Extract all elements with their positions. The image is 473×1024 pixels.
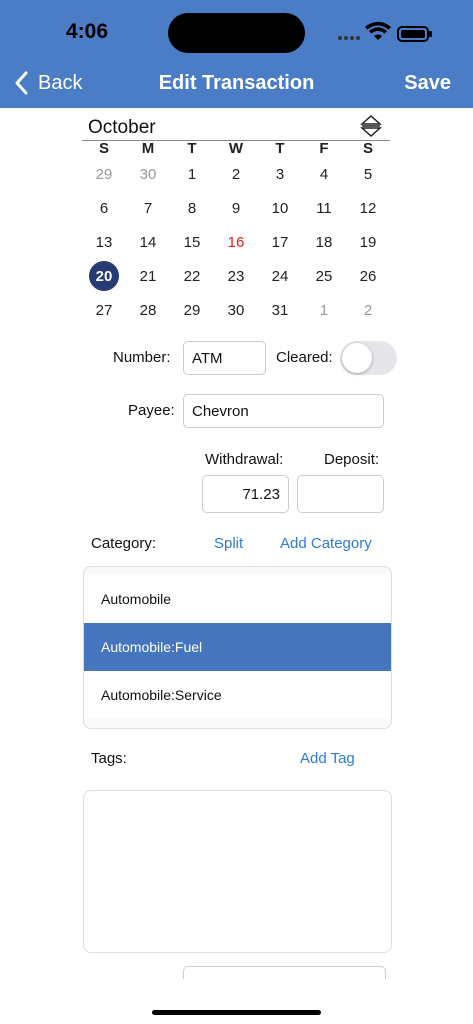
calendar-day[interactable]: 23 [214, 259, 258, 293]
navigation-header: 4:06 Back Edit Transaction Save [0, 0, 473, 108]
toggle-knob [342, 343, 372, 373]
payee-label: Payee: [128, 402, 175, 419]
weekday-header: SMTWTFS [82, 140, 390, 157]
calendar-day[interactable]: 22 [170, 259, 214, 293]
tags-label: Tags: [91, 750, 127, 767]
calendar-day[interactable]: 27 [82, 293, 126, 327]
weekday-label: M [141, 140, 155, 157]
withdrawal-field[interactable]: 71.23 [202, 475, 289, 513]
calendar-day[interactable]: 4 [302, 157, 346, 191]
calendar-day[interactable]: 9 [214, 191, 258, 225]
calendar-day[interactable]: 25 [302, 259, 346, 293]
calendar-day[interactable]: 3 [258, 157, 302, 191]
month-name: October [88, 117, 156, 138]
withdrawal-label: Withdrawal: [205, 451, 284, 468]
selected-day-marker: 20 [89, 261, 119, 291]
calendar-day[interactable]: 30 [214, 293, 258, 327]
calendar-day[interactable]: 1 [170, 157, 214, 191]
category-item[interactable]: Automobile:Service [84, 671, 391, 719]
calendar-day[interactable]: 30 [126, 157, 170, 191]
category-item[interactable]: Automobile [84, 575, 391, 623]
calendar-day[interactable]: 2 [214, 157, 258, 191]
calendar-day[interactable]: 5 [346, 157, 390, 191]
calendar-day[interactable]: 31 [258, 293, 302, 327]
month-header: October [82, 114, 390, 141]
save-button[interactable]: Save [404, 72, 451, 95]
tags-list[interactable] [83, 790, 392, 953]
calendar-day[interactable]: 15 [170, 225, 214, 259]
add-tag-button[interactable]: Add Tag [300, 750, 355, 767]
category-list[interactable]: Automobile Automobile:Fuel Automobile:Se… [83, 566, 392, 729]
number-field[interactable]: ATM [183, 341, 266, 375]
month-stepper-icon[interactable] [360, 114, 382, 138]
calendar-day-selected[interactable]: 20 [82, 259, 126, 293]
category-label: Category: [91, 535, 157, 552]
calendar-day[interactable]: 7 [126, 191, 170, 225]
calendar-day[interactable]: 18 [302, 225, 346, 259]
add-category-button[interactable]: Add Category [280, 535, 372, 552]
status-icons [338, 21, 432, 42]
calendar-day-today[interactable]: 16 [214, 225, 258, 259]
calendar-day[interactable]: 19 [346, 225, 390, 259]
calendar-day[interactable]: 10 [258, 191, 302, 225]
status-time: 4:06 [66, 20, 109, 43]
calendar-day[interactable]: 1 [302, 293, 346, 327]
dynamic-island [168, 13, 305, 53]
cellular-signal-icon [338, 36, 360, 40]
memo-field[interactable] [183, 966, 386, 979]
weekday-label: S [98, 140, 109, 157]
deposit-field[interactable] [297, 475, 384, 513]
payee-field[interactable]: Chevron [183, 394, 384, 428]
page-title: Edit Transaction [158, 72, 315, 94]
weekday-label: S [362, 140, 373, 157]
calendar-day[interactable]: 28 [126, 293, 170, 327]
calendar-day[interactable]: 11 [302, 191, 346, 225]
home-indicator [152, 1010, 321, 1015]
wifi-icon [365, 21, 391, 40]
calendar-day[interactable]: 6 [82, 191, 126, 225]
battery-icon [397, 26, 432, 42]
deposit-label: Deposit: [324, 451, 380, 468]
split-button[interactable]: Split [214, 535, 243, 552]
cleared-toggle[interactable] [340, 341, 397, 375]
calendar-day[interactable]: 2 [346, 293, 390, 327]
category-item-selected[interactable]: Automobile:Fuel [84, 623, 391, 671]
calendar-grid: 29 30 1 2 3 4 5 6 7 8 9 10 11 12 13 14 15 16 17 18 19 20 21 22 2… [82, 157, 390, 327]
calendar-day[interactable]: 29 [82, 157, 126, 191]
weekday-label: F [319, 140, 329, 157]
calendar-day[interactable]: 26 [346, 259, 390, 293]
calendar-day[interactable]: 21 [126, 259, 170, 293]
number-label: Number: [113, 349, 171, 366]
weekday-label: W [228, 140, 244, 157]
calendar-day[interactable]: 24 [258, 259, 302, 293]
calendar-day[interactable]: 8 [170, 191, 214, 225]
calendar-day[interactable]: 14 [126, 225, 170, 259]
calendar-day[interactable]: 29 [170, 293, 214, 327]
calendar-day[interactable]: 13 [82, 225, 126, 259]
weekday-label: T [187, 140, 197, 157]
calendar-day[interactable]: 17 [258, 225, 302, 259]
calendar-day[interactable]: 12 [346, 191, 390, 225]
cleared-label: Cleared: [276, 349, 333, 366]
weekday-label: T [275, 140, 285, 157]
